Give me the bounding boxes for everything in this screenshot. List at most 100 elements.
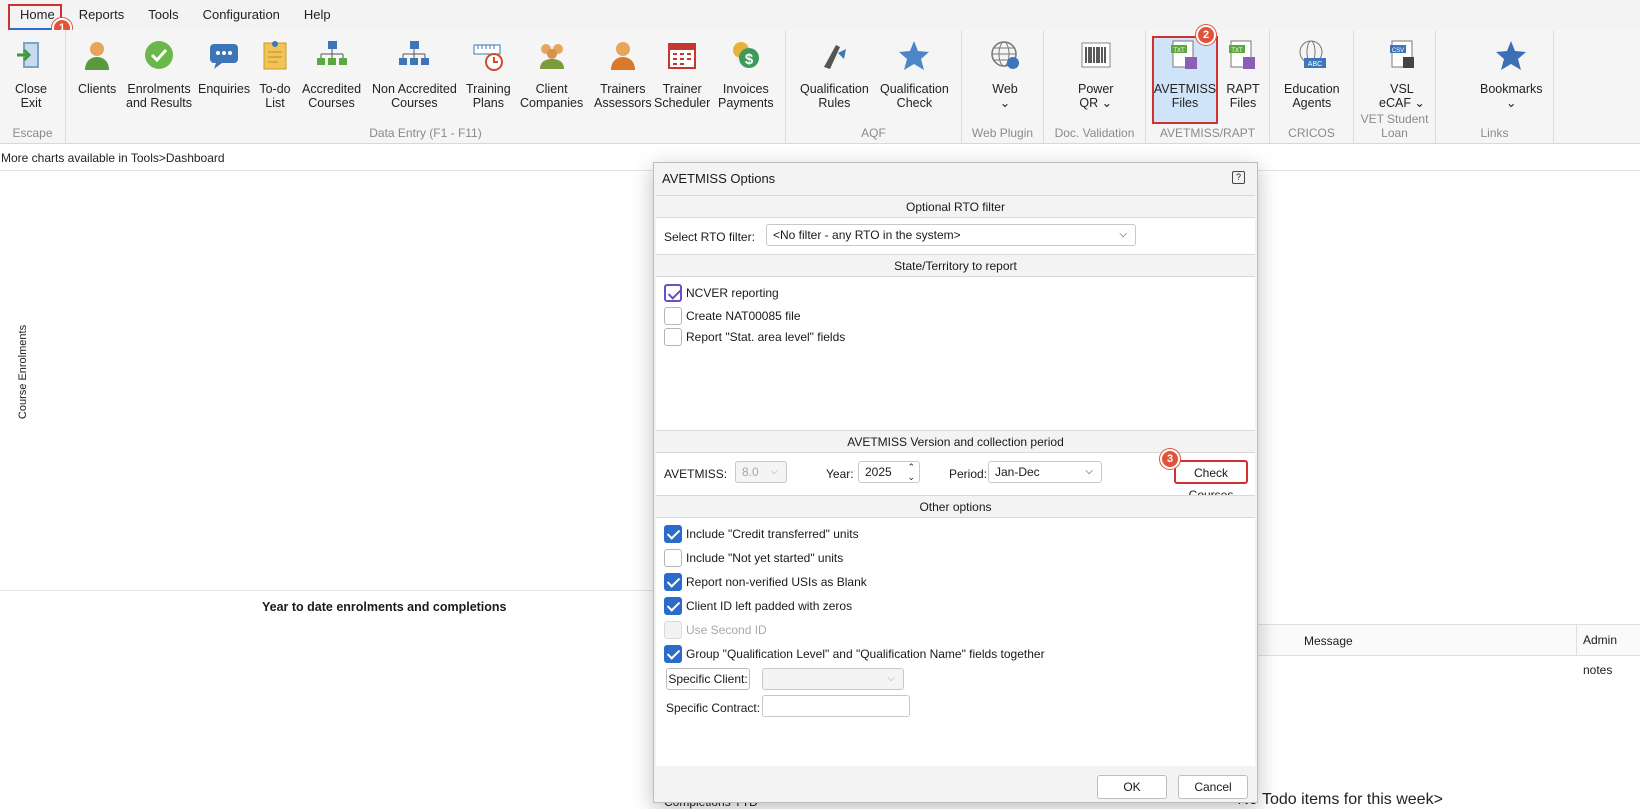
specific-client-button[interactable]: Specific Client: [666,668,750,690]
create-nat00085-checkbox[interactable] [664,307,682,325]
ruler-clock-icon [471,38,505,72]
checkbox-label: Report non-verified USIs as Blank [686,575,867,589]
svg-text:ABC: ABC [1308,61,1322,68]
button-label: Client [535,82,568,96]
button-label: Courses [308,96,355,110]
qualification-check-button[interactable]: Qualification Check [880,38,949,110]
accredited-courses-button[interactable]: Accredited Courses [302,38,361,110]
power-qr-button[interactable]: Power QR ⌄ [1078,38,1113,110]
web-button[interactable]: Web ⌄ [988,38,1022,110]
help-icon[interactable]: ? [1232,171,1245,184]
csv-file-icon: CSV [1385,38,1419,72]
button-label: Rules [818,96,851,110]
todo-list-button[interactable]: To-do List [258,38,292,110]
calendar-icon [665,38,699,72]
close-exit-button[interactable]: Close Exit [14,38,48,110]
globe-icon [988,38,1022,72]
step-badge-3: 3 [1160,449,1180,469]
year-spinner[interactable]: 2025 ⌃ ⌄ [858,461,920,483]
group-qualification-fields-checkbox[interactable] [664,645,682,663]
menu-bar: Home Reports Tools Configuration Help [0,0,1640,30]
chart-y-axis-label: Course Enrolments [17,324,30,420]
button-label: and Results [126,96,193,110]
rto-filter-select[interactable]: <No filter - any RTO in the system> ⌵ [766,224,1136,246]
checkbox-label: Include "Not yet started" units [686,551,844,565]
button-label: List [265,96,285,110]
button-label: RAPT [1226,82,1260,96]
period-select[interactable]: Jan-Dec ⌵ [988,461,1102,483]
group-label: AQF [861,126,886,140]
group-label: Web Plugin [971,126,1034,140]
abc-globe-icon: ABC [1295,38,1329,72]
button-label: Plans [472,96,504,110]
period-label: Period: [949,467,988,481]
checkbox-label: Create NAT00085 file [686,309,801,323]
barcode-icon [1079,38,1113,72]
trainer-icon [606,38,640,72]
step-badge-2: 2 [1196,25,1216,45]
chevron-down-icon: ⌵ [1119,229,1127,240]
button-label: Clients [78,82,117,96]
not-yet-started-checkbox[interactable] [664,549,682,567]
enquiries-button[interactable]: Enquiries [198,38,250,96]
ncver-reporting-checkbox[interactable] [664,284,682,302]
enrolments-button[interactable]: Enrolments and Results [126,38,192,110]
ytd-chart-title: Year to date enrolments and completions [262,600,507,614]
checkbox-label: Include "Credit transferred" units [686,527,859,541]
checkbox-label: Report "Stat. area level" fields [686,330,846,344]
ribbon: Escape Data Entry (F1 - F11) AQF Web Plu… [0,30,1640,144]
group-label: CRICOS [1288,126,1335,140]
charts-note: More charts available in Tools>Dashboard [1,151,225,165]
menu-tools[interactable]: Tools [136,0,190,30]
check-courses-button[interactable]: Check Courses [1174,460,1248,502]
group-label: Data Entry (F1 - F11) [369,126,482,140]
qualification-rules-button[interactable]: Qualification Rules [800,38,869,110]
button-label: Courses [391,96,438,110]
non-verified-usi-checkbox[interactable] [664,573,682,591]
group-label: AVETMISS/RAPT [1159,126,1256,140]
clients-button[interactable]: Clients [78,38,116,96]
invoices-payments-button[interactable]: $ Invoices Payments [718,38,774,110]
button-label: Education [1284,82,1340,96]
checkbox-label: NCVER reporting [686,286,779,300]
menu-help[interactable]: Help [292,0,343,30]
button-label: Assessors [594,96,652,110]
education-agents-button[interactable]: ABC Education Agents [1284,38,1340,110]
avetmiss-files-button[interactable]: TXT AVETMISS Files [1152,36,1218,124]
credit-transferred-checkbox[interactable] [664,525,682,543]
ok-button[interactable]: OK [1097,775,1167,799]
trainers-assessors-button[interactable]: Trainers Assessors [594,38,652,110]
group-label: Doc. Validation [1054,126,1135,140]
column-message[interactable]: Message [1304,634,1353,648]
checkbox-label: Group "Qualification Level" and "Qualifi… [686,647,1045,661]
spin-arrows-icon[interactable]: ⌃ ⌄ [907,462,915,482]
bookmarks-button[interactable]: Bookmarks ⌄ [1480,38,1543,110]
rapt-files-button[interactable]: TXT RAPT Files [1226,38,1260,110]
checkbox-label: Client ID left padded with zeros [686,599,853,613]
cancel-button[interactable]: Cancel [1178,775,1248,799]
button-label: Non Accredited [372,82,457,96]
specific-contract-input[interactable] [762,695,910,717]
todo-table-header: Message Admin notes [1258,624,1640,677]
column-admin-notes[interactable]: Admin notes [1576,625,1640,677]
group-label: Escape [12,126,53,140]
person-icon [80,38,114,72]
client-id-padded-checkbox[interactable] [664,597,682,615]
training-plans-button[interactable]: Training Plans [466,38,511,110]
stat-area-level-checkbox[interactable] [664,328,682,346]
trainer-scheduler-button[interactable]: Trainer Scheduler [654,38,710,110]
star-icon [1494,38,1528,72]
section-state-territory: State/Territory to report [656,254,1255,277]
avetmiss-version-label: AVETMISS: [664,467,728,481]
client-companies-button[interactable]: Client Companies [520,38,583,110]
button-label: Scheduler [654,96,711,110]
specific-client-select: ⌵ [762,668,904,690]
menu-reports[interactable]: Reports [67,0,137,30]
button-label: Qualification [880,82,949,96]
avetmiss-version-value: 8.0 [742,465,759,479]
non-accredited-courses-button[interactable]: Non Accredited Courses [372,38,457,110]
menu-configuration[interactable]: Configuration [191,0,292,30]
vsl-ecaf-button[interactable]: CSV VSL eCAF ⌄ [1379,38,1425,110]
button-label: Accredited [302,82,362,96]
checkbox-label: Use Second ID [686,623,767,637]
